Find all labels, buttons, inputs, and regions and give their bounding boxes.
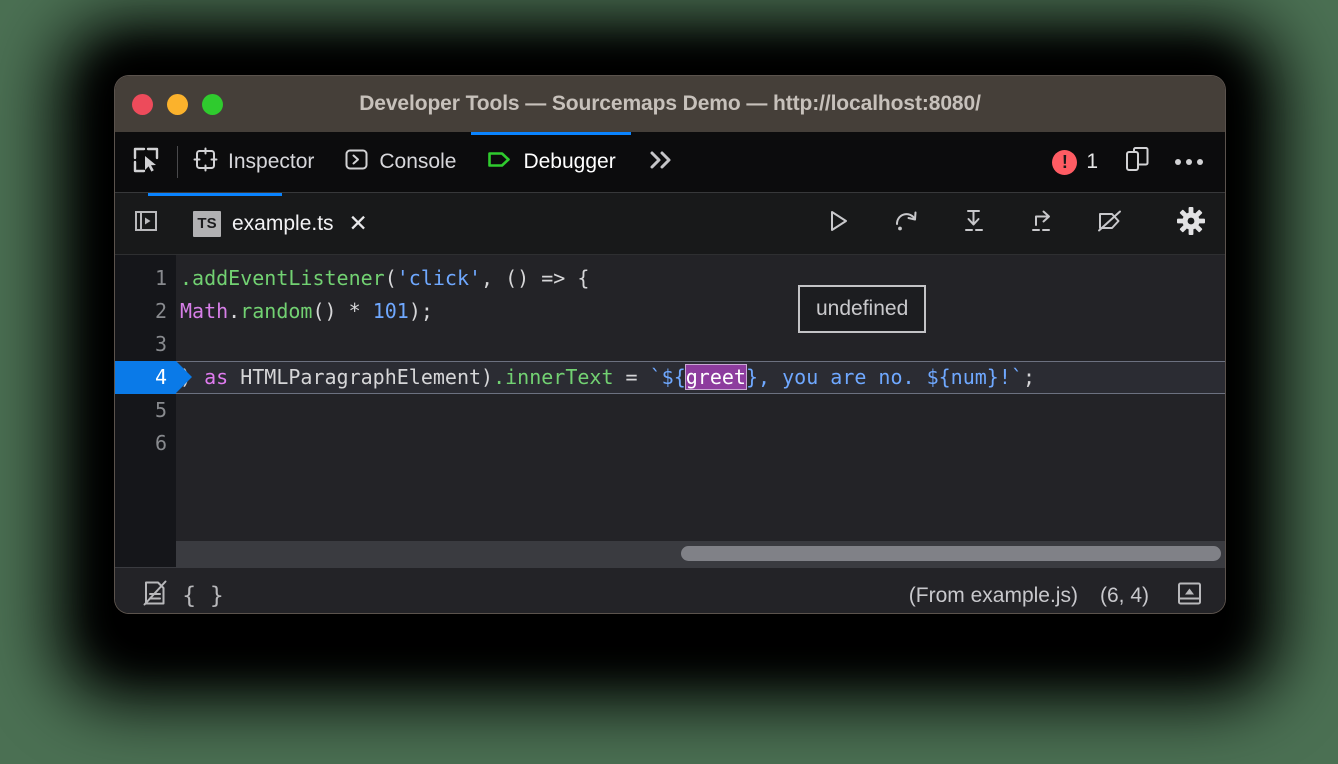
toggle-pane-button[interactable] (1165, 574, 1213, 614)
code-token: HTMLParagraphElement) (228, 365, 493, 389)
toggle-sources-pane-button[interactable] (115, 193, 177, 254)
blackbox-source-icon (141, 579, 169, 612)
play-triangle-icon (824, 207, 852, 240)
code-token: 'click' (397, 266, 481, 290)
inspector-icon (193, 147, 218, 178)
tab-debugger-label: Debugger (523, 150, 615, 174)
source-editor: 1 2 3 4 5 6 .addEventListener('click', (… (115, 255, 1225, 567)
line-number[interactable]: 2 (115, 295, 176, 328)
code-token: = (614, 365, 650, 389)
element-picker-icon (132, 146, 160, 179)
horizontal-scrollbar-thumb[interactable] (681, 546, 1221, 561)
responsive-design-mode-button[interactable] (1111, 132, 1163, 193)
horizontal-scrollbar[interactable] (176, 541, 1225, 567)
responsive-design-mode-icon (1124, 146, 1151, 178)
typescript-file-icon: TS (193, 211, 221, 237)
code-token: .addEventListener (180, 266, 385, 290)
more-options-icon (1175, 159, 1203, 165)
pretty-print-braces-icon: { } (182, 583, 224, 609)
traffic-lights (132, 94, 223, 115)
maximize-window-button[interactable] (202, 94, 223, 115)
line-number[interactable]: 1 (115, 262, 176, 295)
code-token: }, you are no. ${num}!` (746, 365, 1023, 389)
window-titlebar: Developer Tools — Sourcemaps Demo — http… (115, 76, 1225, 132)
line-number[interactable]: 5 (115, 394, 176, 427)
file-tab-label: example.ts (232, 212, 334, 236)
code-token: ; (1023, 365, 1035, 389)
more-options-button[interactable] (1163, 132, 1215, 193)
highlighted-variable-greet[interactable]: greet (686, 365, 746, 389)
code-line-4-paused[interactable]: ) as HTMLParagraphElement).innerText = `… (176, 361, 1225, 394)
cursor-position-label: (6, 4) (1100, 584, 1149, 608)
code-token: => (541, 266, 565, 290)
code-token: as (204, 365, 228, 389)
error-count-badge[interactable]: ! 1 (1040, 150, 1110, 175)
code-token: * (349, 299, 361, 323)
step-in-button[interactable] (940, 193, 1008, 255)
minimize-window-button[interactable] (167, 94, 188, 115)
code-line-5[interactable] (176, 394, 1225, 427)
breakpoint-slashed-icon (1096, 207, 1124, 240)
variable-value-tooltip: undefined (798, 285, 926, 333)
tab-console-label: Console (379, 150, 456, 174)
file-tab-example-ts[interactable]: TS example.ts ✕ (177, 193, 384, 254)
code-line-6[interactable] (176, 427, 1225, 460)
code-token: `${ (650, 365, 686, 389)
close-tab-icon[interactable]: ✕ (349, 212, 368, 235)
console-icon (344, 147, 369, 178)
step-over-button[interactable] (872, 193, 940, 255)
tab-inspector[interactable]: Inspector (178, 132, 329, 192)
error-icon: ! (1052, 150, 1077, 175)
error-count-label: 1 (1086, 150, 1098, 174)
devtools-window: Developer Tools — Sourcemaps Demo — http… (115, 76, 1225, 613)
code-token: ); (409, 299, 433, 323)
code-token: ( (385, 266, 397, 290)
toggle-pane-up-icon (1176, 580, 1203, 612)
line-number-gutter: 1 2 3 4 5 6 (115, 255, 176, 567)
toolbar-overflow-button[interactable] (631, 132, 693, 192)
step-over-arc-icon (892, 207, 920, 240)
gear-icon (1176, 206, 1206, 241)
code-token (361, 299, 373, 323)
deactivate-breakpoints-button[interactable] (1076, 193, 1144, 255)
toggle-sources-pane-icon (133, 208, 159, 239)
code-token: , () (481, 266, 541, 290)
tab-debugger[interactable]: Debugger (471, 132, 630, 192)
blackbox-source-button[interactable] (131, 574, 179, 614)
double-chevron-right-icon (647, 148, 677, 177)
close-window-button[interactable] (132, 94, 153, 115)
code-token: . (228, 299, 240, 323)
step-out-up-arrow-icon (1028, 207, 1056, 240)
code-line-2[interactable]: Math.random() * 101); (176, 295, 1225, 328)
code-token: random (240, 299, 312, 323)
tab-console[interactable]: Console (329, 132, 471, 192)
element-picker-button[interactable] (115, 132, 177, 192)
window-title: Developer Tools — Sourcemaps Demo — http… (115, 92, 1225, 116)
step-in-down-arrow-icon (960, 207, 988, 240)
code-content[interactable]: .addEventListener('click', () => { Math.… (176, 255, 1225, 567)
line-number[interactable]: 3 (115, 328, 176, 361)
debugger-settings-button[interactable] (1157, 193, 1225, 255)
step-out-button[interactable] (1008, 193, 1076, 255)
devtools-toolbar: Inspector Console Debugger (115, 132, 1225, 193)
line-number[interactable]: 6 (115, 427, 176, 460)
code-line-3[interactable] (176, 328, 1225, 361)
resume-button[interactable] (804, 193, 872, 255)
editor-status-bar: { } (From example.js) (6, 4) (115, 567, 1225, 613)
tab-inspector-label: Inspector (228, 150, 314, 174)
pretty-print-button[interactable]: { } (179, 574, 227, 614)
code-token: .innerText (493, 365, 613, 389)
code-token: 101 (373, 299, 409, 323)
debugger-tag-icon (486, 146, 513, 179)
source-origin-label: (From example.js) (909, 584, 1078, 608)
debugger-toolbar: TS example.ts ✕ (115, 193, 1225, 255)
code-line-1[interactable]: .addEventListener('click', () => { (176, 262, 1225, 295)
code-token: { (565, 266, 589, 290)
line-number-paused[interactable]: 4 (115, 361, 176, 394)
code-token: () (312, 299, 348, 323)
code-token: Math (180, 299, 228, 323)
